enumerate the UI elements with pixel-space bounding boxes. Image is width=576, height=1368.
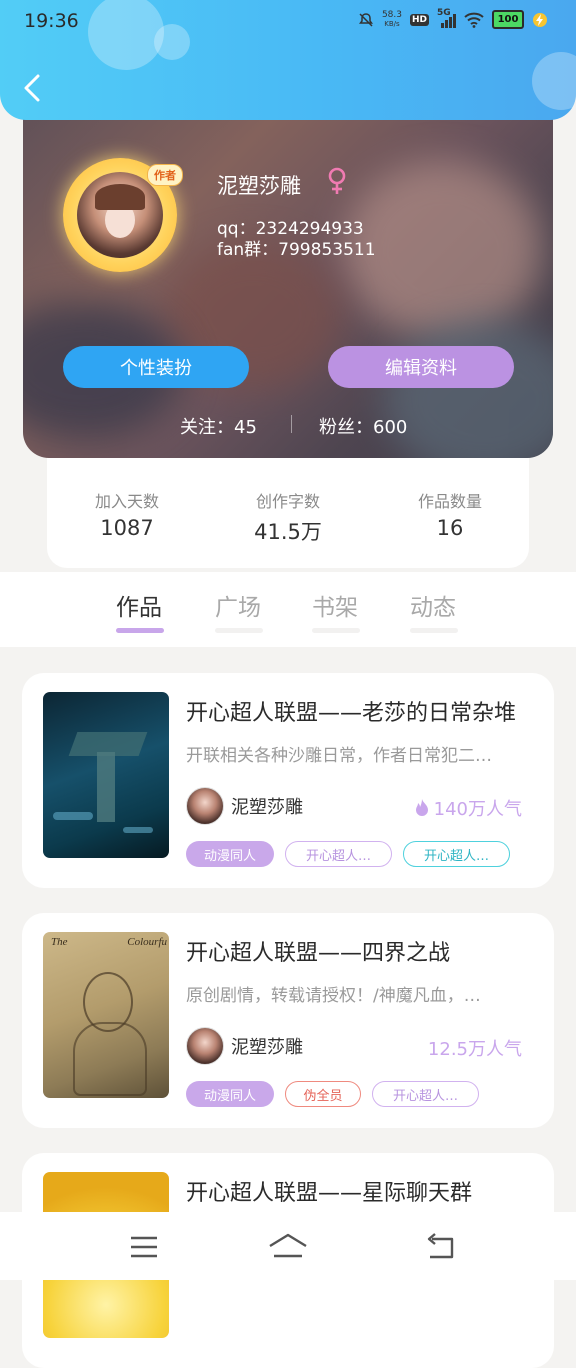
- wifi-icon: [464, 12, 484, 28]
- home-icon[interactable]: [268, 1230, 308, 1264]
- tab-square[interactable]: 广场: [215, 588, 261, 622]
- work-description: 原创剧情，转载请授权！/神魔凡血，…: [186, 986, 481, 1006]
- work-title[interactable]: 开心超人联盟——星际聊天群: [186, 1175, 472, 1207]
- tag[interactable]: 开心超人…: [285, 841, 392, 867]
- stat-word-count: 创作字数 41.5万: [254, 492, 322, 544]
- work-title[interactable]: 开心超人联盟——老莎的日常杂堆: [186, 695, 516, 727]
- decor-bubble: [532, 52, 576, 110]
- work-author[interactable]: 泥塑莎雕: [186, 1027, 303, 1065]
- tab-activity[interactable]: 动态: [410, 588, 456, 622]
- edit-profile-button[interactable]: 编辑资料: [328, 346, 514, 388]
- work-cover: The Colourfu: [43, 932, 169, 1098]
- tag[interactable]: 开心超人…: [403, 841, 510, 867]
- tag[interactable]: 开心超人…: [372, 1081, 479, 1107]
- stat-works-count: 作品数量 16: [417, 492, 482, 540]
- profile-card: 作者 泥塑莎雕 qq：2324294933 fan群：799853511 个性装…: [23, 100, 553, 458]
- net-speed: 58.3 KB/s: [381, 9, 402, 28]
- charging-icon: [533, 12, 547, 27]
- tab-bar: 作品 广场 书架 动态: [0, 572, 576, 647]
- tag[interactable]: 伪全员: [285, 1081, 361, 1107]
- signal-icon: 5G: [437, 8, 456, 28]
- author-name: 泥塑莎雕: [231, 1037, 303, 1058]
- divider: [291, 415, 292, 433]
- work-description: 开联相关各种沙雕日常，作者日常犯二…: [186, 746, 492, 766]
- hd-icon: HD: [409, 13, 429, 26]
- tag-list: 动漫同人 伪全员 开心超人…: [186, 1081, 479, 1107]
- tag[interactable]: 动漫同人: [186, 1081, 274, 1107]
- following-count[interactable]: 关注：45: [180, 413, 257, 439]
- work-cover: [43, 692, 169, 858]
- female-icon: [328, 167, 346, 194]
- popularity: 12.5万人气: [427, 1039, 522, 1060]
- system-nav-bar: [0, 1212, 576, 1280]
- avatar[interactable]: 作者: [63, 158, 183, 272]
- profile-name: 泥塑莎雕: [217, 174, 301, 198]
- author-avatar: [186, 787, 224, 825]
- flame-icon: [415, 799, 428, 816]
- stat-join-days: 加入天数 1087: [94, 492, 159, 540]
- stats-panel: 加入天数 1087 创作字数 41.5万 作品数量 16: [47, 458, 529, 568]
- tab-works[interactable]: 作品: [116, 588, 162, 622]
- status-time: 19:36: [24, 10, 79, 32]
- work-title[interactable]: 开心超人联盟——四界之战: [186, 935, 450, 967]
- tab-bookshelf[interactable]: 书架: [312, 588, 358, 622]
- dress-up-button[interactable]: 个性装扮: [63, 346, 249, 388]
- followers-count[interactable]: 粉丝：600: [319, 413, 407, 439]
- author-avatar: [186, 1027, 224, 1065]
- chevron-left-icon[interactable]: [18, 72, 46, 104]
- tab-indicator: [116, 628, 164, 633]
- fan-group: fan群：799853511: [217, 240, 376, 260]
- avatar-image: [77, 172, 163, 258]
- work-card[interactable]: The Colourfu 开心超人联盟——四界之战 原创剧情，转载请授权！/神魔…: [22, 913, 554, 1128]
- status-bar: 19:36 58.3 KB/s HD 5G 100: [0, 0, 576, 44]
- author-name: 泥塑莎雕: [231, 797, 303, 818]
- battery-icon: 100: [492, 10, 524, 29]
- back-nav-icon[interactable]: [422, 1230, 458, 1264]
- menu-icon[interactable]: [126, 1230, 162, 1264]
- work-card[interactable]: 开心超人联盟——老莎的日常杂堆 开联相关各种沙雕日常，作者日常犯二… 泥塑莎雕 …: [22, 673, 554, 888]
- popularity: 140万人气: [414, 795, 522, 821]
- tag[interactable]: 动漫同人: [186, 841, 274, 867]
- work-author[interactable]: 泥塑莎雕: [186, 787, 303, 825]
- mute-icon: [358, 12, 373, 27]
- tag-list: 动漫同人 开心超人… 开心超人…: [186, 841, 510, 867]
- author-badge: 作者: [147, 164, 183, 186]
